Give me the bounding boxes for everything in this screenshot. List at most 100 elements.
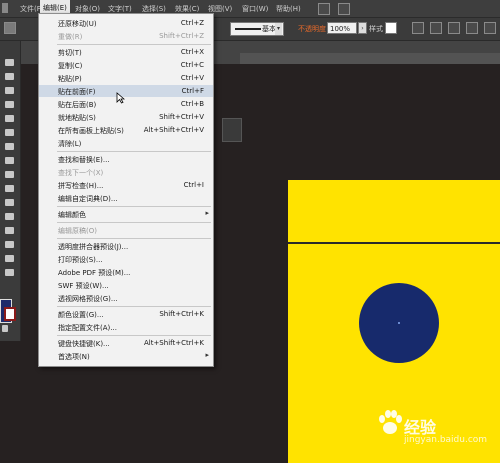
eraser-tool-icon[interactable]	[5, 129, 14, 136]
menu-item-label: 就地粘贴(S)	[58, 114, 96, 122]
mesh-tool-icon[interactable]	[5, 185, 14, 192]
chevron-down-icon: ▾	[275, 23, 282, 35]
color-mode-icon[interactable]	[2, 325, 8, 332]
opacity-label[interactable]: 不透明度	[298, 24, 326, 34]
menu-item-label: 查找和替换(E)...	[58, 156, 110, 164]
menu-item-label: 贴在后面(B)	[58, 101, 97, 109]
menu-item-find-next[interactable]: 查找下一个(X)	[39, 166, 213, 178]
menu-item-label: 透视网格预设(G)...	[58, 295, 118, 303]
ellipse-tool-icon[interactable]	[5, 101, 14, 108]
menu-item-paste[interactable]: 粘贴(P) Ctrl+V	[39, 72, 213, 84]
menu-item-edit-original[interactable]: 编辑原稿(O)	[39, 224, 213, 236]
menu-item-label: 剪切(T)	[58, 49, 82, 57]
menu-item-label: 键盘快捷键(K)...	[58, 340, 110, 348]
width-tool-icon[interactable]	[5, 157, 14, 164]
menu-item-copy[interactable]: 复制(C) Ctrl+C	[39, 59, 213, 71]
menu-item-assign-profile[interactable]: 指定配置文件(A)...	[39, 321, 213, 333]
menu-item-cut[interactable]: 剪切(T) Ctrl+X	[39, 46, 213, 58]
edit-menu-dropdown: 还原移动(U) Ctrl+Z 重做(R) Shift+Ctrl+Z 剪切(T) …	[38, 13, 214, 367]
brush-tool-icon[interactable]	[5, 115, 14, 122]
menu-item-label: Adobe PDF 预设(M)...	[58, 269, 131, 277]
guide-line[interactable]	[288, 242, 500, 244]
menu-item-paste-all-artboards[interactable]: 在所有画板上粘贴(S) Alt+Shift+Ctrl+V	[39, 124, 213, 136]
menu-item-redo[interactable]: 重做(R) Shift+Ctrl+Z	[39, 30, 213, 42]
menu-item-flattener-presets[interactable]: 透明度拼合器预设(J)...	[39, 240, 213, 252]
menu-item-edit-dictionary[interactable]: 编辑自定词典(D)...	[39, 192, 213, 204]
menu-item-keyboard-shortcuts[interactable]: 键盘快捷键(K)... Alt+Shift+Ctrl+K	[39, 337, 213, 349]
hand-tool-icon[interactable]	[5, 255, 14, 262]
menu-item-shortcut: Shift+Ctrl+V	[159, 113, 204, 121]
floating-panel[interactable]	[222, 118, 242, 142]
preferences-icon[interactable]	[430, 22, 442, 34]
shape-builder-icon[interactable]	[5, 171, 14, 178]
menu-item-find-replace[interactable]: 查找和替换(E)...	[39, 153, 213, 165]
menu-item-shortcut: Alt+Shift+Ctrl+K	[143, 339, 204, 347]
selection-indicator-icon	[4, 22, 16, 34]
style-swatch[interactable]	[385, 22, 397, 34]
menu-item-label: 在所有画板上粘贴(S)	[58, 127, 124, 135]
transform-icon[interactable]	[466, 22, 478, 34]
style-label: 样式	[369, 25, 383, 33]
menu-separator	[57, 206, 211, 207]
menu-separator	[57, 222, 211, 223]
menu-item-label: 打印预设(S)...	[58, 256, 103, 264]
pen-tool-icon[interactable]	[5, 87, 14, 94]
menu-separator	[57, 335, 211, 336]
paw-logo-icon	[379, 410, 402, 434]
menu-item-label: 颜色设置(G)...	[58, 311, 104, 319]
chevron-right-icon[interactable]: ›	[358, 22, 367, 34]
menu-item-label: 清除(L)	[58, 140, 82, 148]
menu-item-preferences[interactable]: 首选项(N) ▸	[39, 350, 213, 362]
arrange-icon[interactable]	[338, 3, 350, 15]
menu-window[interactable]: 窗口(W)	[242, 4, 268, 14]
menu-item-shortcut: Shift+Ctrl+K	[159, 310, 204, 318]
menu-item-label: 指定配置文件(A)...	[58, 324, 117, 332]
menu-item-label: 复制(C)	[58, 62, 83, 70]
menu-item-paste-in-place[interactable]: 就地粘贴(S) Shift+Ctrl+V	[39, 111, 213, 123]
gradient-tool-icon[interactable]	[5, 199, 14, 206]
menu-item-label: 透明度拼合器预设(J)...	[58, 243, 129, 251]
menu-item-pdf-presets[interactable]: Adobe PDF 预设(M)...	[39, 266, 213, 278]
submenu-arrow-icon: ▸	[205, 351, 209, 359]
menu-item-shortcut: Ctrl+Z	[180, 19, 204, 27]
stroke-color-swatch[interactable]	[4, 307, 16, 321]
symbol-tool-icon[interactable]	[5, 227, 14, 234]
menu-item-label: 拼写检查(H)...	[58, 182, 104, 190]
menu-item-perspective-presets[interactable]: 透视网格预设(G)...	[39, 292, 213, 304]
menu-item-label: 贴在前面(F)	[58, 88, 96, 96]
menu-item-swf-presets[interactable]: SWF 预设(W)...	[39, 279, 213, 291]
menu-item-spell-check[interactable]: 拼写检查(H)... Ctrl+I	[39, 179, 213, 191]
stroke-profile-label: 基本	[262, 25, 276, 33]
menu-item-shortcut: Ctrl+I	[183, 181, 204, 189]
menu-separator	[57, 306, 211, 307]
selection-tool-icon[interactable]	[5, 59, 14, 66]
menu-separator	[57, 44, 211, 45]
menu-item-paste-in-front[interactable]: 贴在前面(F) Ctrl+F	[39, 85, 213, 97]
menu-item-edit-colors[interactable]: 编辑颜色 ▸	[39, 208, 213, 220]
menu-item-label: 编辑原稿(O)	[58, 227, 97, 235]
menu-item-paste-in-back[interactable]: 贴在后面(B) Ctrl+B	[39, 98, 213, 110]
menu-icon[interactable]	[484, 22, 496, 34]
tools-panel	[0, 41, 21, 341]
eyedropper-icon[interactable]	[5, 213, 14, 220]
menu-item-color-settings[interactable]: 颜色设置(G)... Shift+Ctrl+K	[39, 308, 213, 320]
magic-wand-icon[interactable]	[5, 73, 14, 80]
align-icon[interactable]	[448, 22, 460, 34]
menu-item-clear[interactable]: 清除(L)	[39, 137, 213, 149]
document-setup-icon[interactable]	[412, 22, 424, 34]
menu-separator	[57, 151, 211, 152]
menu-item-label: 还原移动(U)	[58, 20, 97, 28]
menu-item-print-presets[interactable]: 打印预设(S)...	[39, 253, 213, 265]
bridge-icon[interactable]	[318, 3, 330, 15]
menu-item-undo[interactable]: 还原移动(U) Ctrl+Z	[39, 17, 213, 29]
mouse-cursor-icon	[116, 92, 125, 104]
document-tab[interactable]	[240, 53, 500, 64]
artboard-tool-icon[interactable]	[5, 241, 14, 248]
rotate-tool-icon[interactable]	[5, 143, 14, 150]
menu-item-label: 编辑自定词典(D)...	[58, 195, 118, 203]
stroke-profile-dropdown[interactable]: 基本 ▾	[230, 22, 284, 36]
opacity-field[interactable]: 100%	[327, 22, 357, 34]
menu-help[interactable]: 帮助(H)	[276, 4, 301, 14]
zoom-tool-icon[interactable]	[5, 269, 14, 276]
menu-item-shortcut: Ctrl+F	[181, 87, 204, 95]
